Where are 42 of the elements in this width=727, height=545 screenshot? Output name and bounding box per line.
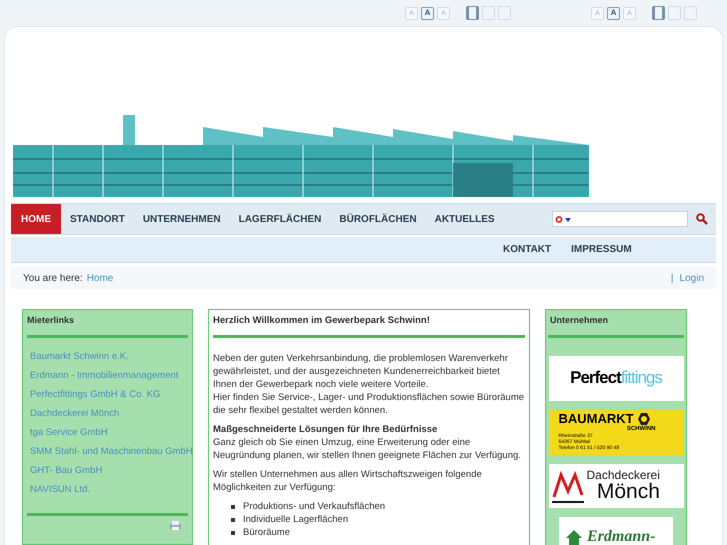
- list-item: Individuelle Lagerflächen: [243, 513, 348, 526]
- content-title: Herzlich Willkommen im Gewerbepark Schwinn!: [213, 310, 525, 338]
- company-logo[interactable]: Erdmann-: [559, 516, 673, 545]
- panel-title: Mieterlinks: [27, 310, 188, 338]
- separator: |: [670, 272, 674, 286]
- font-size-button[interactable]: A: [607, 6, 620, 20]
- paragraph: Maßgeschneiderte Lösungen für Ihre Bedürfnisse Ganz gleich ob Sie einen Umzug, eine Erweiterung oder eine Neugründung planen, wir stellen Ihnen geeignete Flächen zur Verfügung.: [213, 423, 522, 462]
- nav-tab[interactable]: HOME: [11, 204, 61, 234]
- bullet-icon: [231, 518, 235, 522]
- logo-text: fittings: [620, 367, 662, 390]
- breadcrumb-label: You are here:: [23, 272, 83, 286]
- search-icon[interactable]: [696, 213, 708, 225]
- logo-text: BAUMARKT: [558, 412, 634, 425]
- page-width-button[interactable]: [466, 6, 479, 20]
- list-item: Büroräume: [243, 526, 290, 540]
- page-width-button[interactable]: [652, 6, 665, 20]
- nav-tab[interactable]: UNTERNEHMEN: [134, 204, 230, 234]
- company-logo[interactable]: Dachdeckerei Mönch: [548, 464, 684, 508]
- hex-nut-icon: [636, 412, 651, 426]
- nav-tab[interactable]: LAGERFLÄCHEN: [230, 204, 330, 234]
- breadcrumb-link[interactable]: Home: [86, 270, 114, 286]
- font-size-button[interactable]: A: [421, 6, 434, 20]
- search-field[interactable]: [552, 211, 688, 227]
- logo-text: Perfect: [570, 367, 621, 390]
- paragraph: Neben der guten Verkehrsanbindung, die problemlosen Warenverkehr gewährleistet, und der ausgezeichneten Kundenerreichbarkeit bietet Ihnen der Gewerbepark noch viele weitere Vorteile. Hier finden Sie Service-, Lager- und Produktionsflächen sowie Büroräume die sehr flexibel gestaltet werden können.: [213, 352, 525, 418]
- list-item: Produktions- und Verkaufsflächen: [243, 500, 386, 514]
- bullet-icon: [231, 530, 235, 535]
- nav-tab[interactable]: AKTUELLES: [426, 204, 504, 234]
- nav-tab[interactable]: BÜROFLÄCHEN: [330, 204, 426, 234]
- logo-text: Erdmann-: [587, 526, 656, 545]
- nav-link[interactable]: IMPRESSUM: [571, 242, 632, 257]
- company-logo[interactable]: Perfectfittings: [548, 356, 684, 400]
- nav-link[interactable]: KONTAKT: [503, 242, 552, 257]
- login-link[interactable]: Login: [680, 270, 704, 286]
- language-flag-dropdown-icon[interactable]: [555, 214, 573, 224]
- nav-tab[interactable]: STANDORT: [61, 204, 134, 234]
- print-icon[interactable]: [169, 520, 182, 530]
- logo-text: Mönch: [596, 481, 660, 502]
- logo-text: Dachdeckerei: [586, 469, 660, 481]
- bullet-icon: [231, 504, 235, 509]
- paragraph: Wir stellen Unternehmen aus allen Wirtschaftszweigen folgende Möglichkeiten zur Verfügung:: [213, 468, 483, 494]
- panel-title: Unternehmen: [548, 310, 684, 338]
